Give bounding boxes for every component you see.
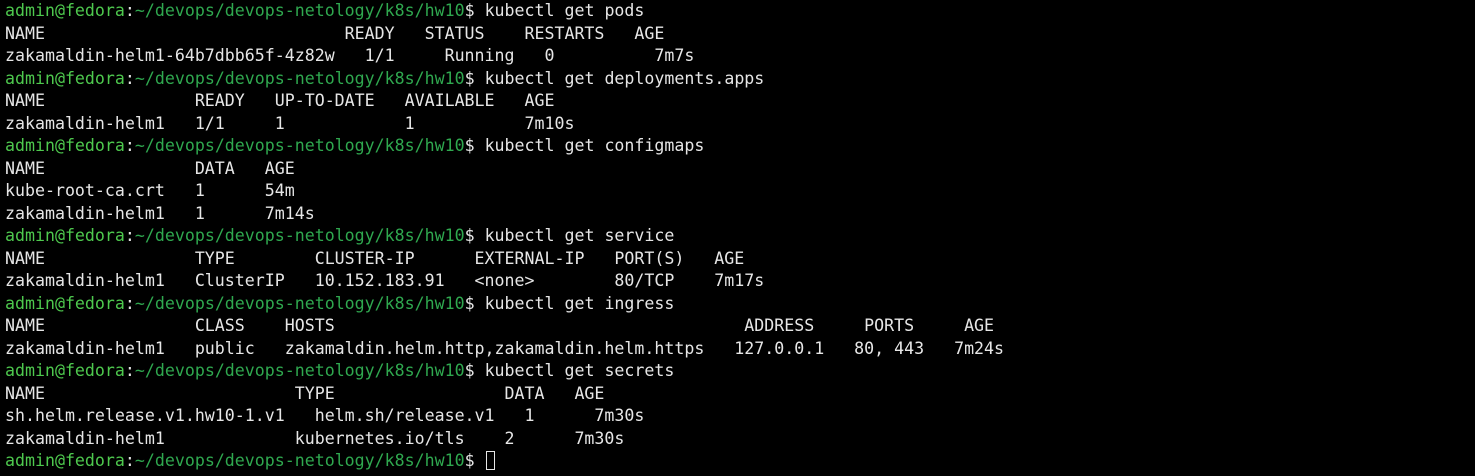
prompt-separator: : [124,451,135,470]
prompt-separator: : [124,293,135,313]
command-text: kubectl get deployments.apps [484,68,765,88]
output-line: NAME READY UP-TO-DATE AVAILABLE AGE [5,90,1475,113]
prompt-user-host: admin@fedora [5,1,125,20]
command-text: kubectl get secrets [484,361,675,380]
prompt-line: admin@fedora:~/devops/devops-netology/k8… [5,68,1475,91]
output-line: sh.helm.release.v1.hw10-1.v1 helm.sh/rel… [5,405,1475,428]
prompt-symbol: $ [464,68,485,88]
prompt-user-host: admin@fedora [5,226,125,245]
output-text: NAME DATA AGE [5,158,295,178]
prompt-symbol: $ [464,226,485,245]
output-text: zakamaldin-helm1 ClusterIP 10.152.183.91… [5,271,765,290]
prompt-separator: : [124,361,135,380]
output-line: NAME TYPE CLUSTER-IP EXTERNAL-IP PORT(S)… [5,248,1475,271]
output-text: zakamaldin-helm1 kubernetes.io/tls 2 7m3… [5,428,625,448]
output-text: kube-root-ca.crt 1 54m [5,181,295,200]
prompt-symbol: $ [464,1,485,20]
prompt-symbol: $ [464,451,485,470]
prompt-line: admin@fedora:~/devops/devops-netology/k8… [5,293,1475,316]
command-text: kubectl get configmaps [484,136,705,155]
output-text: NAME TYPE DATA AGE [5,383,605,403]
output-text: zakamaldin-helm1 1 7m14s [5,203,315,223]
prompt-symbol: $ [464,361,485,380]
prompt-line: admin@fedora:~/devops/devops-netology/k8… [5,0,1475,23]
output-line: zakamaldin-helm1-64b7dbb65f-4z82w 1/1 Ru… [5,45,1475,68]
output-line: zakamaldin-helm1 ClusterIP 10.152.183.91… [5,270,1475,293]
output-line: NAME TYPE DATA AGE [5,383,1475,406]
output-text: zakamaldin-helm1-64b7dbb65f-4z82w 1/1 Ru… [5,46,695,65]
output-line: zakamaldin-helm1 1/1 1 1 7m10s [5,113,1475,136]
output-line: zakamaldin-helm1 kubernetes.io/tls 2 7m3… [5,428,1475,451]
text-cursor[interactable] [485,451,495,470]
output-line: NAME CLASS HOSTS ADDRESS PORTS AGE [5,315,1475,338]
prompt-user-host: admin@fedora [5,136,125,155]
command-text: kubectl get ingress [484,293,675,313]
output-text: sh.helm.release.v1.hw10-1.v1 helm.sh/rel… [5,406,645,425]
prompt-user-host: admin@fedora [5,68,125,88]
output-line: NAME DATA AGE [5,158,1475,181]
output-text: NAME READY UP-TO-DATE AVAILABLE AGE [5,91,555,110]
prompt-path: ~/devops/devops-netology/k8s/hw10 [134,451,465,470]
output-line: kube-root-ca.crt 1 54m [5,180,1475,203]
output-text: NAME CLASS HOSTS ADDRESS PORTS AGE [5,316,995,335]
prompt-path: ~/devops/devops-netology/k8s/hw10 [134,68,465,88]
prompt-separator: : [124,68,135,88]
prompt-path: ~/devops/devops-netology/k8s/hw10 [134,1,465,20]
command-text: kubectl get service [484,226,675,245]
output-line: zakamaldin-helm1 public zakamaldin.helm.… [5,338,1475,361]
command-text: kubectl get pods [484,1,645,20]
prompt-path: ~/devops/devops-netology/k8s/hw10 [134,361,465,380]
prompt-path: ~/devops/devops-netology/k8s/hw10 [134,226,465,245]
prompt-user-host: admin@fedora [5,293,125,313]
prompt-path: ~/devops/devops-netology/k8s/hw10 [134,293,465,313]
prompt-line: admin@fedora:~/devops/devops-netology/k8… [5,360,1475,383]
prompt-separator: : [124,226,135,245]
terminal-window[interactable]: admin@fedora:~/devops/devops-netology/k8… [0,0,1475,476]
prompt-line: admin@fedora:~/devops/devops-netology/k8… [5,225,1475,248]
prompt-line: admin@fedora:~/devops/devops-netology/k8… [5,135,1475,158]
prompt-symbol: $ [464,136,485,155]
output-text: NAME READY STATUS RESTARTS AGE [5,23,665,43]
prompt-user-host: admin@fedora [5,361,125,380]
prompt-line: admin@fedora:~/devops/devops-netology/k8… [5,450,1475,473]
output-text: zakamaldin-helm1 public zakamaldin.helm.… [5,338,1005,358]
output-text: NAME TYPE CLUSTER-IP EXTERNAL-IP PORT(S)… [5,248,745,268]
prompt-separator: : [124,136,135,155]
prompt-symbol: $ [464,293,485,313]
output-line: NAME READY STATUS RESTARTS AGE [5,23,1475,46]
output-text: zakamaldin-helm1 1/1 1 1 7m10s [5,113,575,133]
prompt-path: ~/devops/devops-netology/k8s/hw10 [134,136,465,155]
output-line: zakamaldin-helm1 1 7m14s [5,203,1475,226]
prompt-separator: : [124,1,135,20]
prompt-user-host: admin@fedora [5,451,125,470]
